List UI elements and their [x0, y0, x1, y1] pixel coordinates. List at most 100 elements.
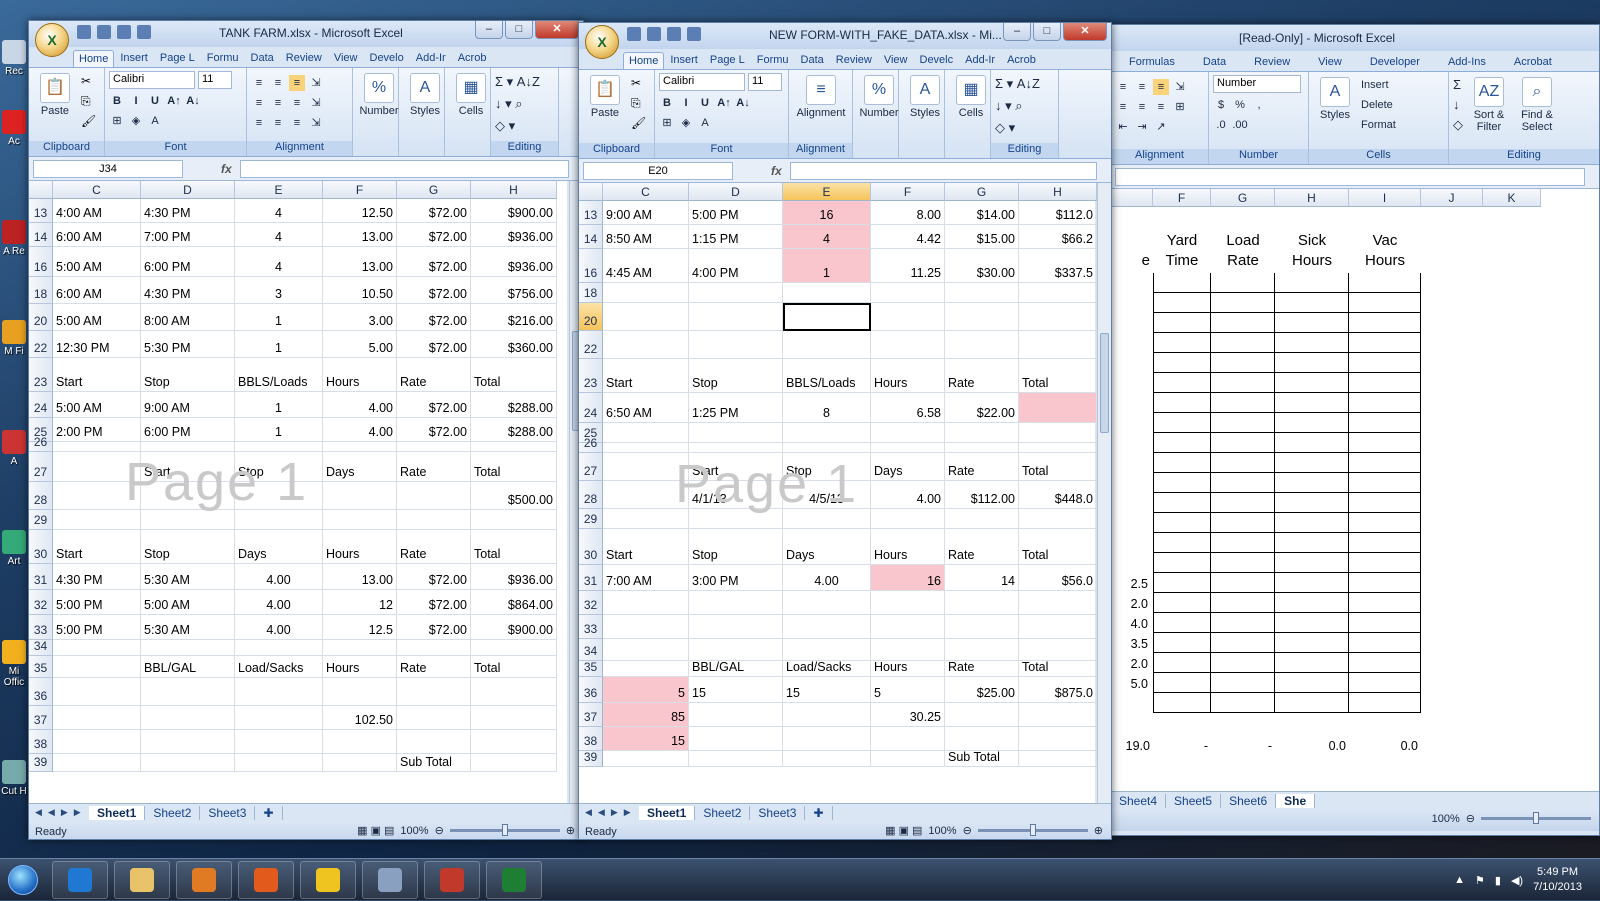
cell-H28[interactable]: $500.00 — [471, 482, 557, 510]
copy-icon[interactable]: ⎘ — [81, 91, 96, 111]
column-header[interactable]: G — [1211, 189, 1275, 207]
cell-G20[interactable]: $72.00 — [397, 304, 471, 331]
cell-C23[interactable]: Start — [53, 358, 141, 392]
row-header[interactable]: 13 — [29, 199, 53, 223]
sheet-tab[interactable]: Sheet2 — [145, 805, 201, 820]
desktop-shortcut[interactable]: A Re — [0, 220, 28, 257]
ribbon-tab[interactable]: View — [878, 51, 914, 69]
sheet-grid[interactable]: C D E F G H 13 4:00 AM 4:30 PM 4 12.50 $72.00 $900.0… — [29, 181, 567, 803]
save-icon[interactable] — [627, 27, 641, 41]
grid-cell[interactable] — [1153, 573, 1211, 593]
cell-H25[interactable] — [1019, 423, 1097, 443]
cell-F13[interactable]: 12.50 — [323, 199, 397, 223]
cell-C39[interactable] — [603, 751, 689, 767]
row-header[interactable]: 27 — [29, 452, 53, 482]
cell-G34[interactable] — [945, 639, 1019, 661]
maximize-button[interactable]: □ — [505, 21, 533, 39]
cell-D26[interactable] — [689, 443, 783, 453]
row-header[interactable]: 35 — [579, 660, 603, 677]
cell-D37[interactable] — [689, 703, 783, 727]
cell-E16[interactable]: 4 — [235, 247, 323, 277]
cell-F27[interactable]: Days — [323, 452, 397, 482]
cell-H38[interactable] — [471, 730, 557, 754]
header-cell[interactable]: e — [1111, 251, 1153, 271]
cell-F33[interactable]: 12.5 — [323, 615, 397, 640]
cell-D34[interactable] — [141, 640, 235, 656]
find-select-button[interactable]: ⌕ Find & Select — [1515, 75, 1559, 135]
insert-sheet-icon[interactable]: ✚ — [805, 805, 833, 820]
cell-C25[interactable] — [603, 423, 689, 443]
cell-C18[interactable] — [603, 283, 689, 303]
cell-H32[interactable] — [1019, 591, 1097, 615]
grid-cell[interactable] — [1349, 513, 1421, 533]
redo-icon[interactable] — [117, 25, 131, 39]
cell-F37[interactable]: 30.25 — [871, 703, 945, 727]
cell-E37[interactable] — [235, 706, 323, 730]
cell-G31[interactable]: $72.00 — [397, 564, 471, 590]
underline-icon[interactable]: U — [697, 95, 713, 111]
cell-F38[interactable] — [323, 730, 397, 754]
cell-D32[interactable] — [689, 591, 783, 615]
row-header[interactable]: 16 — [29, 247, 53, 277]
cell-F14[interactable]: 4.42 — [871, 225, 945, 249]
cell-G28[interactable] — [397, 482, 471, 510]
grid-cell[interactable] — [1349, 433, 1421, 453]
cell-H33[interactable]: $900.00 — [471, 615, 557, 640]
redo-icon[interactable] — [667, 27, 681, 41]
cell-F29[interactable] — [323, 510, 397, 530]
zoom-in-button[interactable]: ⊕ — [566, 824, 575, 837]
cell-D38[interactable] — [141, 730, 235, 754]
grid-cell[interactable] — [1211, 353, 1275, 373]
cell-D20[interactable]: 8:00 AM — [141, 304, 235, 331]
cell-D22[interactable] — [689, 331, 783, 359]
cell-E37[interactable] — [783, 703, 871, 727]
grid-cell[interactable] — [1153, 593, 1211, 613]
cell-H13[interactable]: $112.0 — [1019, 201, 1097, 225]
grid-cell[interactable] — [1211, 473, 1275, 493]
column-header[interactable]: J — [1421, 189, 1483, 207]
column-header[interactable]: F — [323, 181, 397, 199]
format-painter-icon[interactable]: 🖌 — [631, 113, 646, 133]
grid-cell[interactable] — [1275, 553, 1349, 573]
grid-cell[interactable] — [1275, 333, 1349, 353]
cell-H13[interactable]: $900.00 — [471, 199, 557, 223]
grid-cell[interactable] — [1275, 693, 1349, 713]
row-header[interactable]: 34 — [579, 639, 603, 661]
total-cell[interactable]: 0.0 — [1275, 733, 1349, 755]
ribbon-tab[interactable]: Review — [1248, 53, 1296, 71]
copy-icon[interactable]: ⎘ — [631, 93, 646, 113]
value-cell[interactable]: 4.0 — [1111, 613, 1151, 633]
cell-G25[interactable] — [945, 423, 1019, 443]
clear-icon[interactable]: ◇ — [1453, 115, 1463, 135]
grid-cell[interactable] — [1211, 293, 1275, 313]
sheet-tab[interactable]: Sheet3 — [200, 805, 256, 820]
value-cell[interactable]: 3.5 — [1111, 633, 1151, 653]
cell-C32[interactable]: 5:00 PM — [53, 590, 141, 615]
cell-F28[interactable] — [323, 482, 397, 510]
cell-G20[interactable] — [945, 303, 1019, 331]
cell-H22[interactable]: $360.00 — [471, 331, 557, 358]
cell-H39[interactable] — [1019, 751, 1097, 767]
grid-cell[interactable] — [1153, 273, 1211, 293]
title-bar[interactable]: X NEW FORM-WITH_FAKE_DATA.xlsx - Mi... – □ ✕ — [579, 23, 1111, 59]
header-cell[interactable]: Yard — [1153, 229, 1211, 251]
autosum-icon[interactable]: Σ — [1453, 75, 1463, 95]
cell-D35[interactable]: BBL/GAL — [141, 656, 235, 678]
grow-font-icon[interactable]: A↑ — [716, 95, 732, 111]
cell-C35[interactable] — [53, 656, 141, 678]
grid-cell[interactable] — [1153, 553, 1211, 573]
grid-cell[interactable] — [1349, 653, 1421, 673]
cell-H24[interactable] — [1019, 393, 1097, 423]
cut-icon[interactable]: ✂ — [81, 71, 96, 91]
grid-cell[interactable] — [1275, 513, 1349, 533]
close-button[interactable]: ✕ — [1063, 23, 1107, 41]
formula-input[interactable] — [1115, 167, 1585, 186]
paste-button[interactable]: 📋 Paste — [33, 71, 77, 117]
alignment-button[interactable]: ≡ Alignment — [793, 73, 849, 119]
cell-G29[interactable] — [397, 510, 471, 530]
cell-G33[interactable] — [945, 615, 1019, 639]
cell-G38[interactable] — [945, 727, 1019, 751]
cell-E22[interactable] — [783, 331, 871, 359]
excel-window-new-form[interactable]: X NEW FORM-WITH_FAKE_DATA.xlsx - Mi... – □ ✕… — [578, 22, 1112, 840]
grid-cell[interactable] — [1153, 633, 1211, 653]
